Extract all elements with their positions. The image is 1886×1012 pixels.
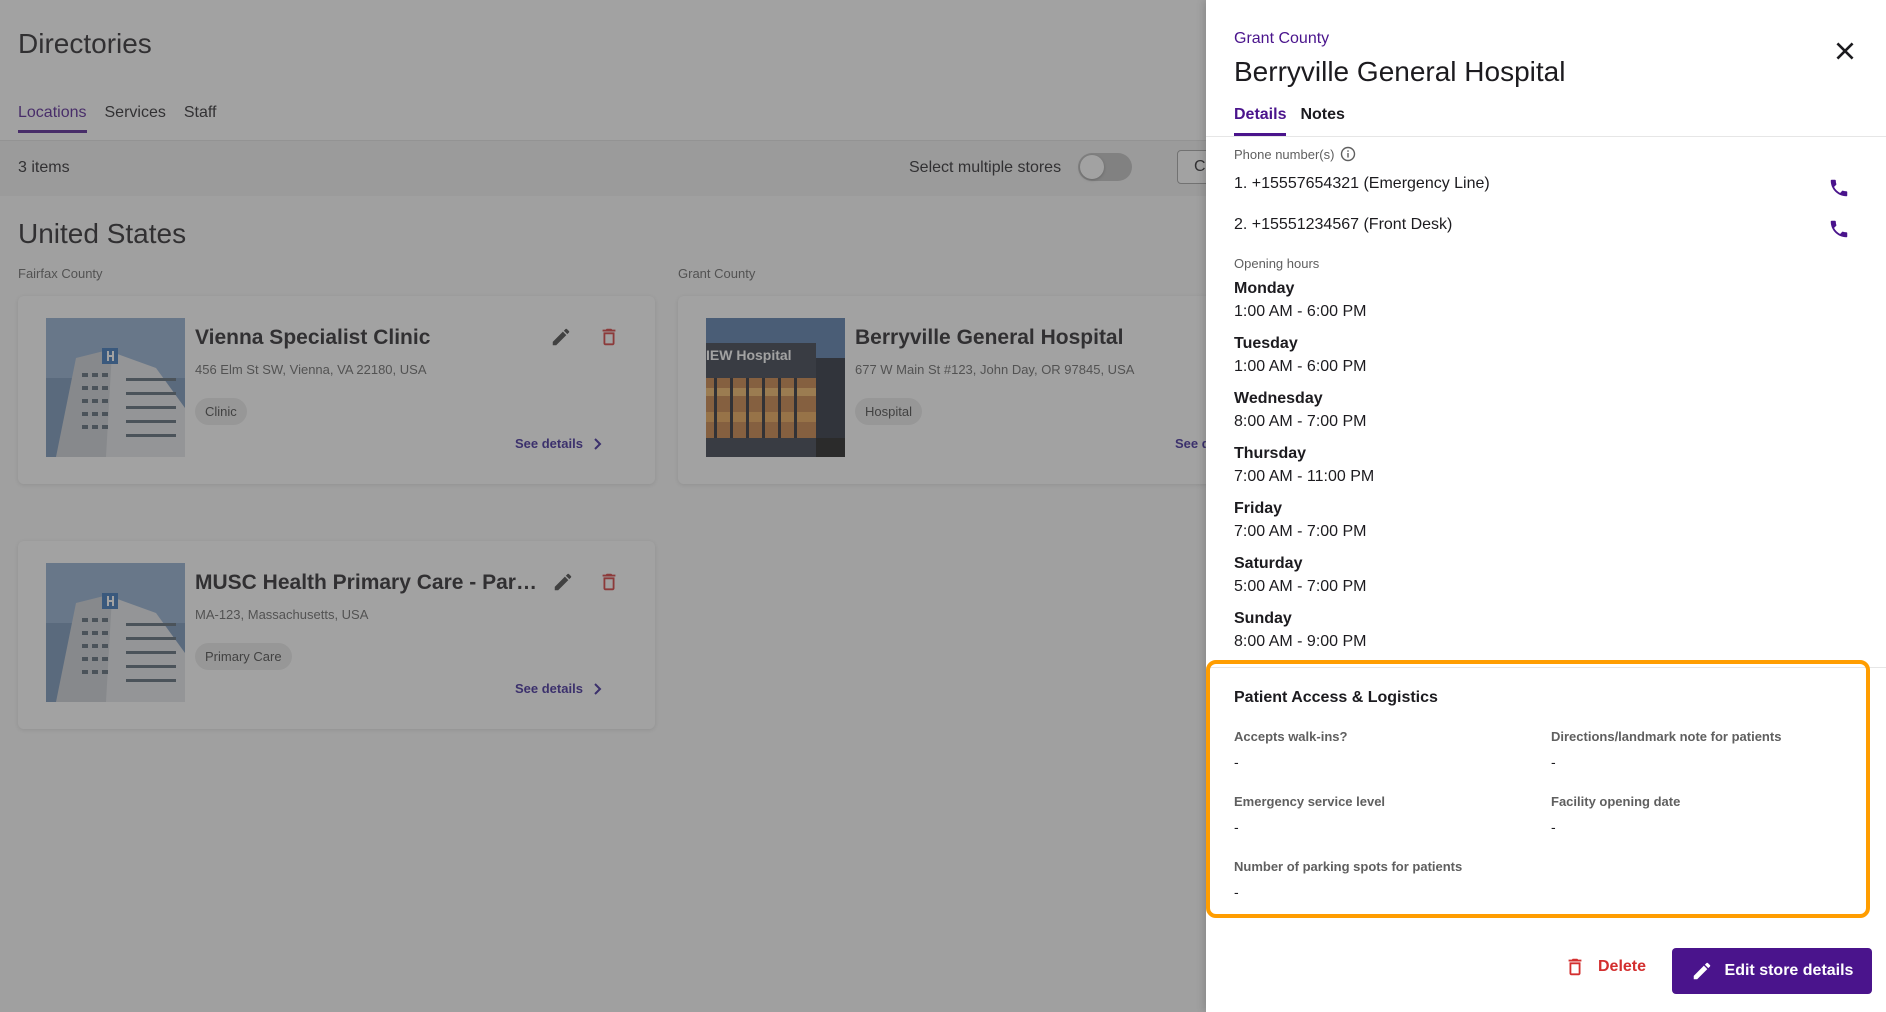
- day-hours: 8:00 AM - 7:00 PM: [1234, 413, 1367, 430]
- phone-row: 2. +15551234567 (Front Desk): [1234, 216, 1854, 238]
- day-name: Saturday: [1234, 555, 1303, 572]
- field-label-walk-ins: Accepts walk-ins?: [1234, 729, 1348, 744]
- phone-numbers-label: Phone number(s): [1234, 146, 1356, 162]
- phone-row: 1. +15557654321 (Emergency Line): [1234, 175, 1854, 197]
- day-hours: 7:00 AM - 7:00 PM: [1234, 523, 1367, 540]
- phone-label-text: Phone number(s): [1234, 146, 1335, 162]
- field-label-directions: Directions/landmark note for patients: [1551, 729, 1782, 744]
- field-label-emergency-level: Emergency service level: [1234, 794, 1386, 809]
- field-value-emergency-level: -: [1234, 819, 1239, 835]
- field-value-directions: -: [1551, 754, 1556, 770]
- edit-pencil-icon: [1693, 962, 1710, 980]
- tab-details[interactable]: Details: [1234, 106, 1287, 136]
- delete-label: Delete: [1598, 958, 1647, 975]
- field-label-opening-date: Facility opening date: [1551, 794, 1681, 809]
- modal-backdrop[interactable]: [0, 0, 1206, 1012]
- day-hours: 1:00 AM - 6:00 PM: [1234, 358, 1367, 375]
- day-name: Tuesday: [1234, 335, 1298, 352]
- edit-store-details-button[interactable]: Edit store details: [1672, 948, 1872, 994]
- day-name: Sunday: [1234, 610, 1292, 627]
- tab-notes[interactable]: Notes: [1300, 106, 1344, 136]
- patient-access-title: Patient Access & Logistics: [1234, 689, 1438, 706]
- drawer-tabs: Details Notes: [1234, 106, 1345, 136]
- day-hours: 8:00 AM - 9:00 PM: [1234, 633, 1367, 650]
- phone-icon[interactable]: [1828, 177, 1850, 199]
- day-hours: 7:00 AM - 11:00 PM: [1234, 468, 1375, 485]
- day-name: Thursday: [1234, 445, 1307, 462]
- phone-number: 1. +15557654321 (Emergency Line): [1234, 175, 1490, 192]
- field-value-opening-date: -: [1551, 819, 1556, 835]
- field-value-walk-ins: -: [1234, 754, 1239, 770]
- phone-number: 2. +15551234567 (Front Desk): [1234, 216, 1453, 233]
- opening-hours-label: Opening hours: [1234, 256, 1320, 271]
- drawer-header: Grant County Berryville General Hospital…: [1206, 0, 1886, 137]
- field-label-parking-spots: Number of parking spots for patients: [1234, 859, 1463, 874]
- details-drawer: Grant County Berryville General Hospital…: [1206, 0, 1886, 1012]
- day-name: Wednesday: [1234, 390, 1323, 407]
- field-value-parking-spots: -: [1234, 884, 1239, 900]
- phone-icon[interactable]: [1828, 218, 1850, 240]
- day-name: Monday: [1234, 280, 1295, 297]
- delete-button[interactable]: Delete: [1564, 955, 1646, 979]
- close-icon[interactable]: [1832, 38, 1858, 64]
- drawer-county: Grant County: [1234, 30, 1330, 47]
- trash-icon: [1568, 958, 1582, 976]
- day-hours: 5:00 AM - 7:00 PM: [1234, 578, 1367, 595]
- edit-label: Edit store details: [1724, 962, 1854, 979]
- drawer-title: Berryville General Hospital: [1234, 56, 1566, 87]
- day-name: Friday: [1234, 500, 1283, 517]
- day-hours: 1:00 AM - 6:00 PM: [1234, 303, 1367, 320]
- info-icon[interactable]: [1340, 146, 1356, 162]
